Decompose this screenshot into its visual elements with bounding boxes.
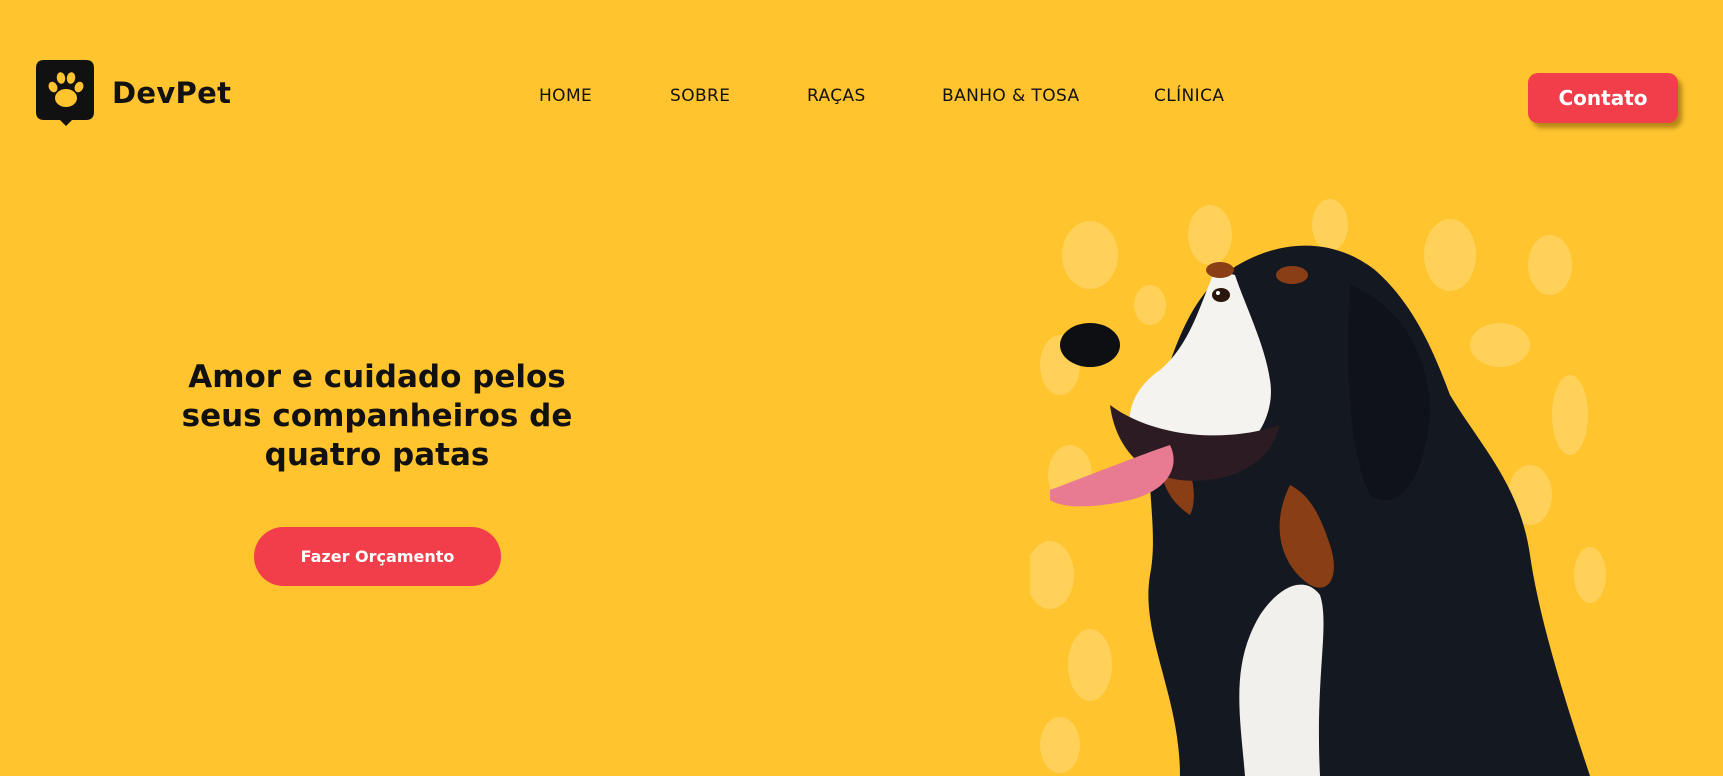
nav-item-racas[interactable]: RAÇAS (807, 86, 866, 106)
nav-item-home[interactable]: HOME (539, 86, 592, 106)
hero-headline-line: Amor e cuidado pelos (188, 359, 566, 395)
hero-dog-image (1030, 195, 1630, 776)
hero-headline-line: quatro patas (264, 437, 490, 473)
main-nav: HOME SOBRE RAÇAS BANHO & TOSA CLÍNICA (0, 86, 1723, 110)
nav-item-clinica[interactable]: CLÍNICA (1154, 86, 1224, 106)
site-header: DevPet HOME SOBRE RAÇAS BANHO & TOSA CLÍ… (0, 0, 1723, 160)
hero-headline: Amor e cuidado pelos seus companheiros d… (160, 358, 594, 475)
hero-headline-line: seus companheiros de (181, 398, 573, 434)
nav-item-banho-tosa[interactable]: BANHO & TOSA (942, 86, 1080, 106)
dog-illustration (1030, 199, 1606, 776)
contact-button[interactable]: Contato (1528, 73, 1678, 123)
nav-item-sobre[interactable]: SOBRE (670, 86, 730, 106)
quote-button[interactable]: Fazer Orçamento (254, 527, 501, 586)
